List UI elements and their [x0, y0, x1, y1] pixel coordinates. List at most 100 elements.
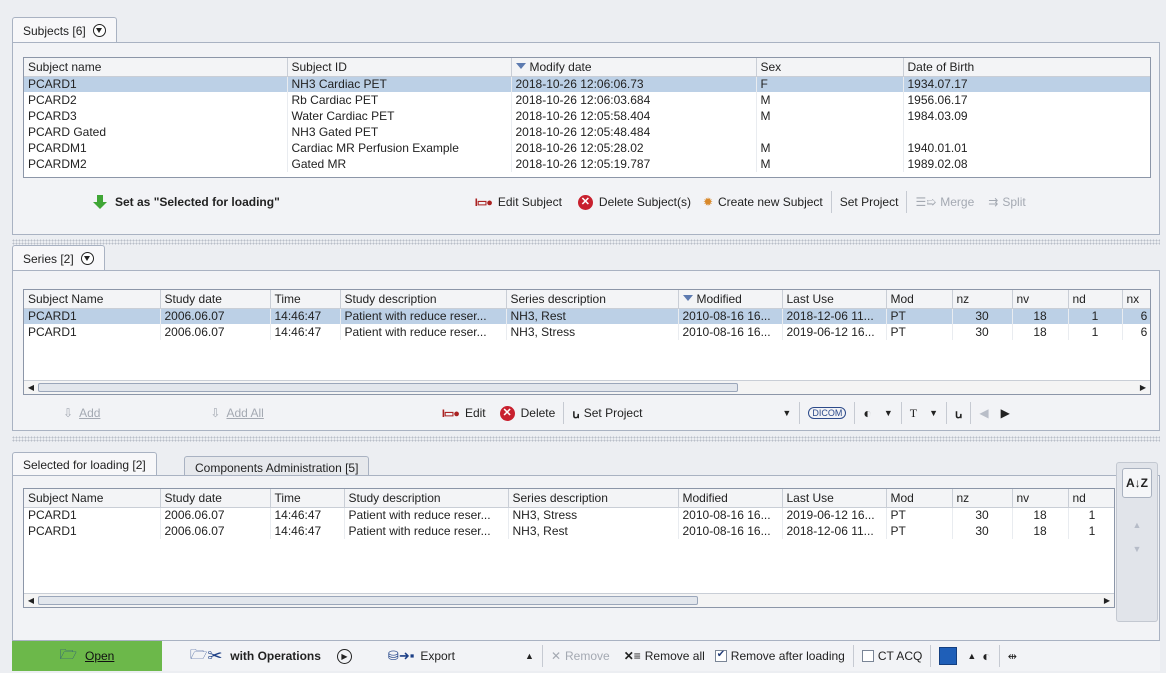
column-header[interactable]: Study date [160, 489, 271, 508]
scroll-left-icon[interactable]: ◀ [24, 381, 38, 394]
set-project-series-button[interactable]: ꭎ Set Project [572, 405, 642, 422]
contrast-icon[interactable]: ◐ [982, 648, 990, 664]
column-header[interactable]: Modified [678, 290, 783, 309]
splitter-bottom[interactable] [12, 436, 1160, 442]
previous-icon[interactable]: ◀ [979, 406, 988, 420]
dicom-button[interactable]: DICOM [808, 407, 847, 419]
export-button[interactable]: ⛁➜▪ Export [388, 648, 455, 664]
expand-up-icon[interactable]: ▲ [967, 651, 976, 661]
edit-subject-button[interactable]: I▭● Edit Subject [475, 195, 562, 209]
column-header[interactable]: Modified [678, 489, 783, 508]
remove-button[interactable]: ✕ Remove [551, 649, 610, 663]
column-header[interactable]: Study description [344, 489, 509, 508]
column-header[interactable]: nz [952, 489, 1013, 508]
col-sex[interactable]: Sex [756, 58, 904, 77]
collapse-circle-icon[interactable] [81, 252, 95, 265]
series-table[interactable]: Subject Name Study date Time Study descript… [23, 289, 1151, 395]
column-header[interactable]: nx [1122, 290, 1150, 309]
table-row[interactable]: PCARD2 Rb Cardiac PET 2018-10-26 12:06:03.… [24, 92, 1150, 108]
edit-series-button[interactable]: I▭● Edit [442, 406, 486, 420]
series-horizontal-scrollbar[interactable]: ◀ ▶ [24, 380, 1150, 394]
collapse-circle-icon[interactable] [93, 24, 107, 37]
table-cell: PCARD Gated [24, 124, 288, 140]
t-button[interactable]: T [910, 406, 917, 421]
tab-series[interactable]: Series [2] [12, 245, 106, 271]
series-tab-body: Subject Name Study date Time Study descript… [12, 270, 1160, 431]
column-header[interactable]: Last Use [782, 489, 887, 508]
sort-az-button[interactable]: A↓Z [1122, 468, 1152, 498]
column-header[interactable]: nd [1068, 489, 1114, 508]
scrollbar-thumb[interactable] [38, 596, 698, 605]
table-row[interactable]: PCARD1 2006.06.07 14:46:47 Patient with red… [24, 308, 1150, 324]
column-header[interactable]: Mod [886, 489, 953, 508]
column-header[interactable]: nd [1068, 290, 1123, 309]
remove-after-loading-checkbox[interactable]: Remove after loading [714, 649, 845, 663]
delete-series-button[interactable]: ✕ Delete [499, 405, 555, 421]
column-header[interactable]: nv [1012, 489, 1069, 508]
table-row[interactable]: PCARD1 NH3 Cardiac PET 2018-10-26 12:06:06… [24, 76, 1150, 92]
column-header[interactable]: nz [952, 290, 1013, 309]
column-header[interactable]: Time [270, 489, 345, 508]
fullscreen-icon[interactable]: ⇹ [1008, 650, 1017, 663]
merge-button[interactable]: ☰➯ Merge [915, 195, 974, 209]
tab-subjects[interactable]: Subjects [6] [12, 17, 118, 43]
table-row[interactable]: PCARD3 Water Cardiac PET 2018-10-26 12:05:… [24, 108, 1150, 124]
scroll-right-icon[interactable]: ▶ [1136, 381, 1150, 394]
create-new-subject-button[interactable]: ✹ Create new Subject [703, 195, 823, 209]
with-operations-button[interactable]: 🗁✂ with Operations [190, 644, 321, 668]
dropdown-arrow-icon[interactable]: ▼ [884, 408, 893, 418]
table-row[interactable]: PCARD1 2006.06.07 14:46:47 Patient with red… [24, 324, 1150, 340]
col-modify-date[interactable]: Modify date [511, 58, 757, 77]
column-header[interactable]: Series description [506, 290, 679, 309]
dropdown-arrow-icon[interactable]: ▼ [782, 408, 791, 418]
move-up-icon[interactable]: ▲ [1117, 520, 1157, 530]
open-button[interactable]: 🗁 Open [12, 641, 162, 671]
table-cell: 1989.02.08 [903, 156, 1150, 172]
delete-subjects-button[interactable]: ✕ Delete Subject(s) [577, 194, 691, 210]
move-down-icon[interactable]: ▼ [1117, 544, 1157, 554]
col-subject-id[interactable]: Subject ID [287, 58, 512, 77]
add-button[interactable]: ⇩ Add [63, 406, 100, 420]
column-header[interactable]: nv [1012, 290, 1069, 309]
scrollbar-thumb[interactable] [38, 383, 738, 392]
column-header[interactable]: Subject Name [24, 290, 161, 309]
expand-up-icon[interactable]: ▲ [525, 651, 534, 661]
column-header[interactable]: Last Use [782, 290, 887, 309]
loading-table[interactable]: Subject Name Study date Time Study descript… [23, 488, 1115, 608]
play-circle-icon[interactable]: ▶ [336, 648, 352, 664]
merge-label: Merge [940, 195, 975, 209]
scroll-right-icon[interactable]: ▶ [1100, 594, 1114, 607]
separator [906, 191, 908, 213]
dropdown-arrow-icon[interactable]: ▼ [929, 408, 938, 418]
table-cell: PCARD2 [24, 92, 288, 108]
col-subject-name[interactable]: Subject name [24, 58, 288, 77]
subjects-table[interactable]: Subject name Subject ID Modify date Sex … [23, 57, 1151, 178]
table-cell: 14:46:47 [270, 324, 341, 340]
table-row[interactable]: PCARD1 2006.06.07 14:46:47 Patient with red… [24, 507, 1114, 523]
table-row[interactable]: PCARDM2 Gated MR 2018-10-26 12:05:19.787 M 1… [24, 156, 1150, 172]
ct-acq-checkbox[interactable]: CT ACQ [861, 649, 922, 663]
table-row[interactable]: PCARD Gated NH3 Gated PET 2018-10-26 12:05… [24, 124, 1150, 140]
scroll-left-icon[interactable]: ◀ [24, 594, 38, 607]
table-row[interactable]: PCARD1 2006.06.07 14:46:47 Patient with red… [24, 523, 1114, 539]
contrast-icon[interactable]: ◐ [863, 405, 871, 421]
loading-horizontal-scrollbar[interactable]: ◀ ▶ [24, 593, 1114, 607]
set-selected-for-loading-button[interactable]: Set as "Selected for loading" [93, 195, 280, 209]
column-header[interactable]: Series description [508, 489, 679, 508]
remove-all-button[interactable]: ✕≡ Remove all [624, 649, 705, 663]
split-button[interactable]: ⇉ Split [988, 195, 1025, 209]
set-project-button[interactable]: Set Project [840, 195, 899, 209]
add-all-button[interactable]: ⇩ Add All [210, 406, 263, 420]
people-icon[interactable]: ꭎ [955, 405, 962, 422]
next-icon[interactable]: ▶ [1001, 406, 1010, 420]
column-header[interactable]: Time [270, 290, 341, 309]
tab-selected-for-loading[interactable]: Selected for loading [2] [12, 452, 157, 476]
column-header[interactable]: Study date [160, 290, 271, 309]
table-cell: 2018-10-26 12:06:03.684 [511, 92, 757, 108]
table-row[interactable]: PCARDM1 Cardiac MR Perfusion Example 2018-… [24, 140, 1150, 156]
layout-square-icon[interactable] [939, 647, 958, 665]
col-date-of-birth[interactable]: Date of Birth [903, 58, 1150, 77]
column-header[interactable]: Subject Name [24, 489, 161, 508]
column-header[interactable]: Mod [886, 290, 953, 309]
column-header[interactable]: Study description [340, 290, 507, 309]
